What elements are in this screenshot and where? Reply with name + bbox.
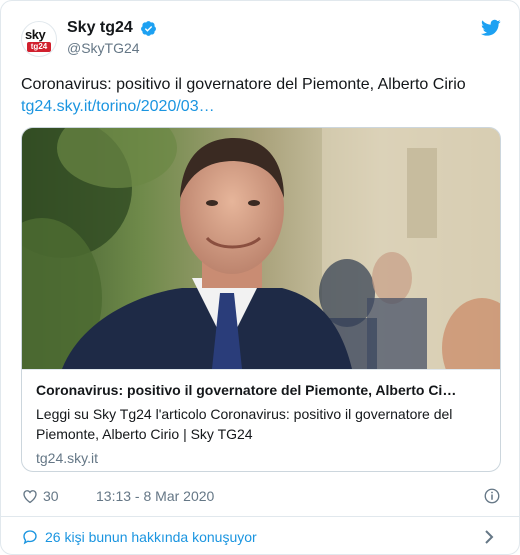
like-count: 30 <box>43 488 59 504</box>
card-photo <box>22 128 500 369</box>
link-card[interactable]: Coronavirus: positivo il governatore del… <box>21 127 501 472</box>
conversation-link[interactable]: 26 kişi bunun hakkında konuşuyor <box>21 526 501 548</box>
tweet-link[interactable]: tg24.sky.it/torino/2020/03… <box>21 96 501 118</box>
embedded-tweet: sky tg24 Sky tg24 @SkyTG24 Coronavirus: … <box>0 0 520 555</box>
tweet-timestamp[interactable]: 13:13 - 8 Mar 2020 <box>96 488 214 504</box>
tweet-body: Coronavirus: positivo il governatore del… <box>21 74 501 118</box>
avatar-logo-badge: tg24 <box>27 42 51 52</box>
account-handle[interactable]: @SkyTG24 <box>67 40 157 56</box>
info-icon[interactable] <box>483 487 501 505</box>
chevron-right-icon[interactable] <box>483 529 495 545</box>
card-description: Leggi su Sky Tg24 l'articolo Coronavirus… <box>36 406 453 442</box>
verified-badge-icon <box>141 20 157 36</box>
account-names[interactable]: Sky tg24 @SkyTG24 <box>67 19 157 56</box>
divider <box>1 516 519 517</box>
like-button[interactable]: 30 <box>21 487 59 505</box>
tweet-header: sky tg24 Sky tg24 @SkyTG24 <box>21 17 501 67</box>
card-domain: tg24.sky.it <box>36 450 98 466</box>
chat-bubble-icon <box>23 530 37 545</box>
twitter-bird-icon[interactable] <box>481 19 501 37</box>
tweet-text: Coronavirus: positivo il governatore del… <box>21 76 466 93</box>
tweet-meta: 30 13:13 - 8 Mar 2020 <box>21 487 501 507</box>
avatar-logo-text: sky <box>25 27 46 42</box>
display-name[interactable]: Sky tg24 <box>67 19 133 37</box>
avatar[interactable]: sky tg24 <box>21 21 57 57</box>
heart-icon <box>23 490 37 504</box>
card-title: Coronavirus: positivo il governatore del… <box>36 382 457 398</box>
card-body: Coronavirus: positivo il governatore del… <box>22 369 500 471</box>
card-image[interactable] <box>22 128 500 369</box>
conversation-label[interactable]: 26 kişi bunun hakkında konuşuyor <box>45 529 257 545</box>
